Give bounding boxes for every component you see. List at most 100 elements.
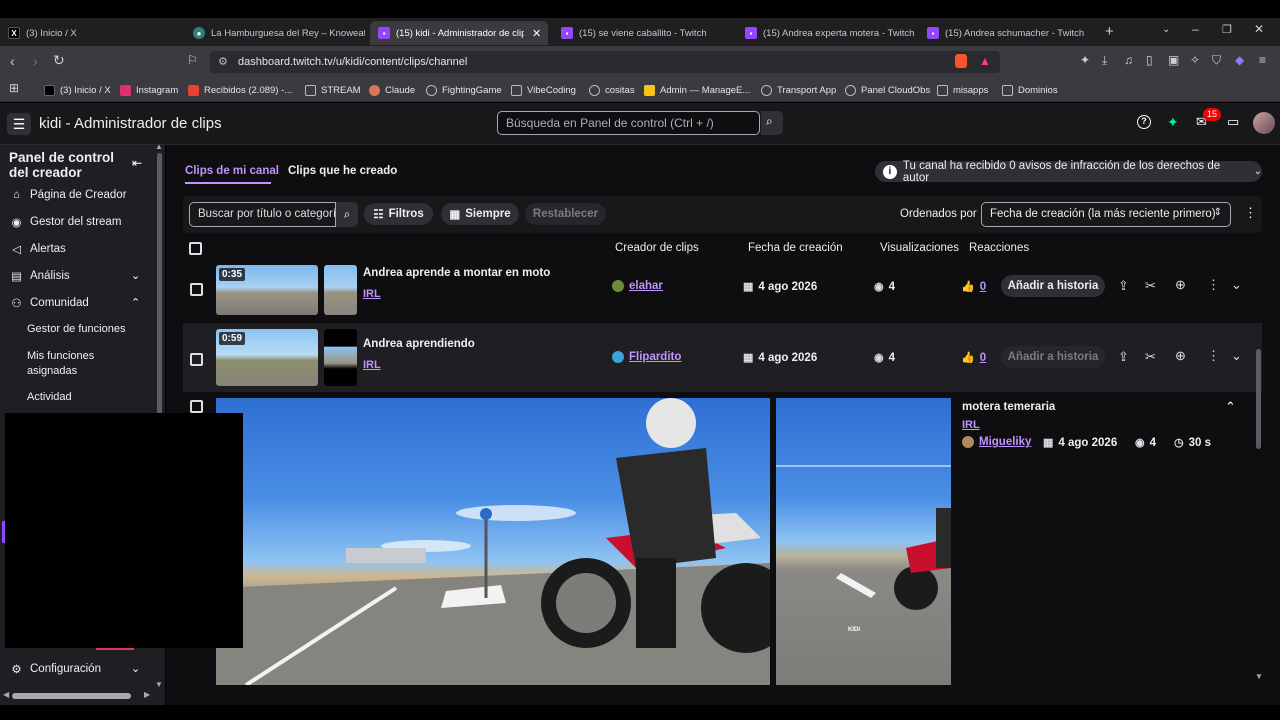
- share-icon[interactable]: ⇪: [1118, 349, 1129, 365]
- chevron-up-icon[interactable]: ⌃: [1225, 399, 1236, 415]
- scroll-up-icon[interactable]: ▲: [155, 142, 163, 151]
- help-icon[interactable]: ?: [1137, 115, 1151, 129]
- clip-video-player[interactable]: [216, 398, 770, 685]
- sidebar-toggle-icon[interactable]: ▯: [1146, 53, 1153, 67]
- add-circle-icon[interactable]: ⊕: [1175, 277, 1186, 293]
- row-checkbox[interactable]: [190, 353, 203, 366]
- bookmark-icon[interactable]: ⚐: [187, 53, 198, 67]
- collapse-sidebar-icon[interactable]: ⇤: [132, 156, 142, 170]
- clip-creator[interactable]: Migueliky: [962, 436, 1031, 448]
- bookmark-item[interactable]: VibeCoding: [511, 82, 576, 98]
- bookmark-item[interactable]: Recibidos (2.089) -...: [188, 82, 292, 98]
- tab-clips-created[interactable]: Clips que he creado: [288, 165, 397, 177]
- hamburger-menu-icon[interactable]: ☰: [7, 113, 31, 135]
- add-to-story-button[interactable]: Añadir a historia: [1001, 275, 1105, 297]
- browser-tab[interactable]: X (3) Inicio / X: [0, 21, 185, 45]
- clip-creator[interactable]: elahar: [612, 280, 663, 292]
- sidebar-horizontal-scrollbar[interactable]: [12, 693, 131, 699]
- extension-icon[interactable]: ◆: [1235, 53, 1244, 67]
- wallet-icon[interactable]: ▣: [1168, 53, 1179, 67]
- more-options-icon[interactable]: ⋮: [1244, 205, 1257, 221]
- add-circle-icon[interactable]: ⊕: [1175, 348, 1186, 364]
- scissors-icon[interactable]: ✂: [1145, 278, 1156, 294]
- clip-title[interactable]: Andrea aprende a montar en moto: [363, 267, 550, 279]
- sidebar-item-settings[interactable]: ⚙ Configuración: [10, 662, 101, 676]
- chevron-up-icon[interactable]: ⌃: [131, 296, 140, 309]
- address-field[interactable]: ⚙ dashboard.twitch.tv/u/kidi/content/cli…: [210, 51, 1000, 73]
- brave-shield-icon[interactable]: [955, 54, 967, 68]
- clip-category[interactable]: IRL: [363, 359, 381, 371]
- sparkle-icon[interactable]: ✦: [1167, 114, 1179, 131]
- main-scrollbar[interactable]: [1256, 349, 1261, 449]
- sidebar-subitem[interactable]: Actividad: [27, 390, 72, 405]
- clip-thumbnail[interactable]: 0:35: [216, 265, 318, 315]
- scroll-right-icon[interactable]: ▶: [144, 690, 150, 699]
- bookmark-item[interactable]: Admin — ManageE...: [644, 82, 750, 98]
- clip-thumbnail[interactable]: 0:59: [216, 329, 318, 386]
- bookmark-item[interactable]: FightingGame: [426, 82, 502, 98]
- tab-my-channel-clips[interactable]: Clips de mi canal: [185, 165, 279, 177]
- sidebar-scrollbar[interactable]: [157, 153, 162, 415]
- reset-button[interactable]: Restablecer: [525, 203, 606, 225]
- clip-reactions[interactable]: 👍 0: [961, 280, 986, 294]
- sort-select[interactable]: Fecha de creación (la más reciente prime…: [981, 202, 1231, 227]
- sidebar-subitem[interactable]: Gestor de funciones: [27, 322, 125, 337]
- sidebar-item-creator-page[interactable]: ⌂ Página de Creador: [10, 188, 127, 201]
- forward-icon[interactable]: ›: [33, 53, 38, 69]
- share-icon[interactable]: ⇪: [1118, 278, 1129, 294]
- chevron-down-icon[interactable]: ⌄: [1231, 348, 1242, 364]
- bookmark-item[interactable]: Claude: [369, 82, 415, 98]
- row-checkbox[interactable]: [190, 400, 203, 413]
- sidebar-item-analytics[interactable]: ▤ Análisis: [10, 269, 70, 283]
- chevron-down-icon[interactable]: ⌄: [131, 662, 140, 675]
- bookmark-item[interactable]: (3) Inicio / X: [44, 82, 111, 98]
- browser-tab[interactable]: ▪ (15) Andrea experta motera - Twitch: [737, 21, 917, 45]
- close-window-icon[interactable]: ✕: [1254, 22, 1264, 36]
- clip-title[interactable]: Andrea aprendiendo: [363, 338, 475, 350]
- apps-grid-icon[interactable]: ⊞: [9, 81, 19, 95]
- extensions-icon[interactable]: ✦: [1080, 53, 1090, 67]
- chevron-down-icon[interactable]: ⌄: [131, 269, 140, 282]
- scroll-down-icon[interactable]: ▼: [1255, 672, 1263, 681]
- column-header-views[interactable]: Visualizaciones: [880, 242, 959, 254]
- bookmark-item[interactable]: Instagram: [120, 82, 178, 98]
- bookmark-item[interactable]: cositas: [589, 82, 635, 98]
- select-all-checkbox[interactable]: [189, 242, 202, 255]
- scroll-left-icon[interactable]: ◀: [3, 690, 9, 699]
- date-range-button[interactable]: ▦ Siempre: [441, 203, 519, 225]
- browser-tab-active[interactable]: ▪ (15) kidi - Administrador de clip ✕: [370, 21, 548, 45]
- scissors-icon[interactable]: ✂: [1145, 349, 1156, 365]
- browser-tab[interactable]: ▪ (15) se viene caballito - Twitch: [553, 21, 733, 45]
- copyright-notice[interactable]: i Tu canal ha recibido 0 avisos de infra…: [875, 160, 1262, 184]
- download-icon[interactable]: ⤓: [1102, 53, 1107, 68]
- avatar[interactable]: [1253, 112, 1275, 134]
- chevron-down-icon[interactable]: ⌄: [1162, 24, 1170, 35]
- music-icon[interactable]: ♫: [1124, 53, 1133, 67]
- dashboard-search-input[interactable]: Búsqueda en Panel de control (Ctrl + /): [497, 111, 760, 135]
- ai-icon[interactable]: ✧: [1190, 53, 1200, 67]
- browser-tab[interactable]: ● La Hamburguesa del Rey – Knoweats: [185, 21, 365, 45]
- table-row[interactable]: 0:59 Andrea aprendiendo IRL Flipardito ▦…: [183, 323, 1262, 392]
- sidebar-item-community[interactable]: ⚇ Comunidad: [10, 296, 88, 310]
- table-row[interactable]: 0:35 Andrea aprende a montar en moto IRL…: [183, 265, 1262, 321]
- clip-category[interactable]: IRL: [363, 288, 381, 300]
- sidebar-item-alerts[interactable]: ◁ Alertas: [10, 242, 66, 256]
- sidebar-subitem[interactable]: Mis funciones asignadas: [27, 349, 137, 379]
- search-button[interactable]: ⌕: [336, 202, 358, 227]
- minimize-icon[interactable]: –: [1192, 22, 1199, 36]
- column-header-creator[interactable]: Creador de clips: [615, 242, 699, 254]
- maximize-icon[interactable]: ❐: [1222, 23, 1232, 36]
- more-options-icon[interactable]: ⋮: [1207, 348, 1220, 364]
- brave-rewards-icon[interactable]: ▲: [979, 54, 991, 68]
- chevron-down-icon[interactable]: ⌄: [1231, 277, 1242, 293]
- sidebar-item-stream-manager[interactable]: ◉ Gestor del stream: [10, 215, 121, 229]
- clip-title[interactable]: motera temeraria: [962, 401, 1055, 413]
- new-tab-icon[interactable]: +: [1105, 23, 1114, 40]
- reload-icon[interactable]: ↻: [53, 52, 65, 69]
- row-checkbox[interactable]: [190, 283, 203, 296]
- bookmark-item[interactable]: Transport App: [761, 82, 836, 98]
- clip-search-input[interactable]: Buscar por título o categoría: [189, 202, 336, 227]
- whispers-icon[interactable]: ▭: [1227, 114, 1239, 130]
- more-options-icon[interactable]: ⋮: [1207, 277, 1220, 293]
- menu-icon[interactable]: ≡: [1259, 53, 1266, 67]
